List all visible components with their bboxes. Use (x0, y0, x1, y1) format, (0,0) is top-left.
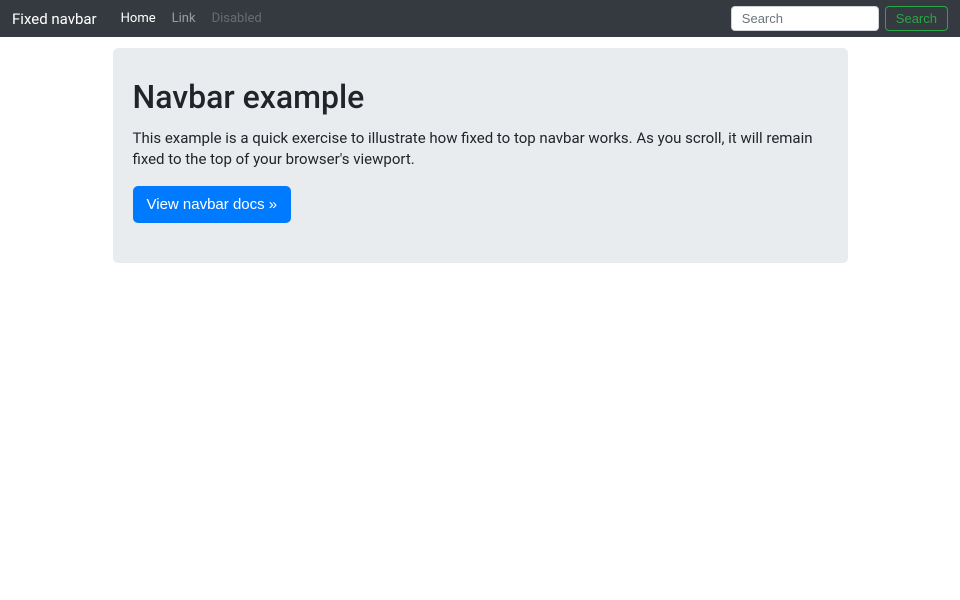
page-title: Navbar example (133, 78, 828, 116)
nav-link-link[interactable]: Link (164, 11, 204, 26)
nav-link-disabled: Disabled (204, 11, 270, 26)
search-button[interactable]: Search (885, 6, 948, 31)
navbar-left: Fixed navbar Home Link Disabled (12, 10, 270, 28)
view-docs-button[interactable]: View navbar docs » (133, 186, 292, 223)
nav-link-home[interactable]: Home (113, 11, 164, 26)
nav-links: Home Link Disabled (113, 11, 270, 26)
navbar-right: Search (731, 6, 948, 31)
navbar: Fixed navbar Home Link Disabled Search (0, 0, 960, 37)
navbar-brand[interactable]: Fixed navbar (12, 10, 97, 28)
jumbotron: Navbar example This example is a quick e… (113, 48, 848, 263)
page-description: This example is a quick exercise to illu… (133, 128, 828, 170)
main-container: Navbar example This example is a quick e… (0, 0, 960, 263)
search-input[interactable] (731, 6, 879, 31)
